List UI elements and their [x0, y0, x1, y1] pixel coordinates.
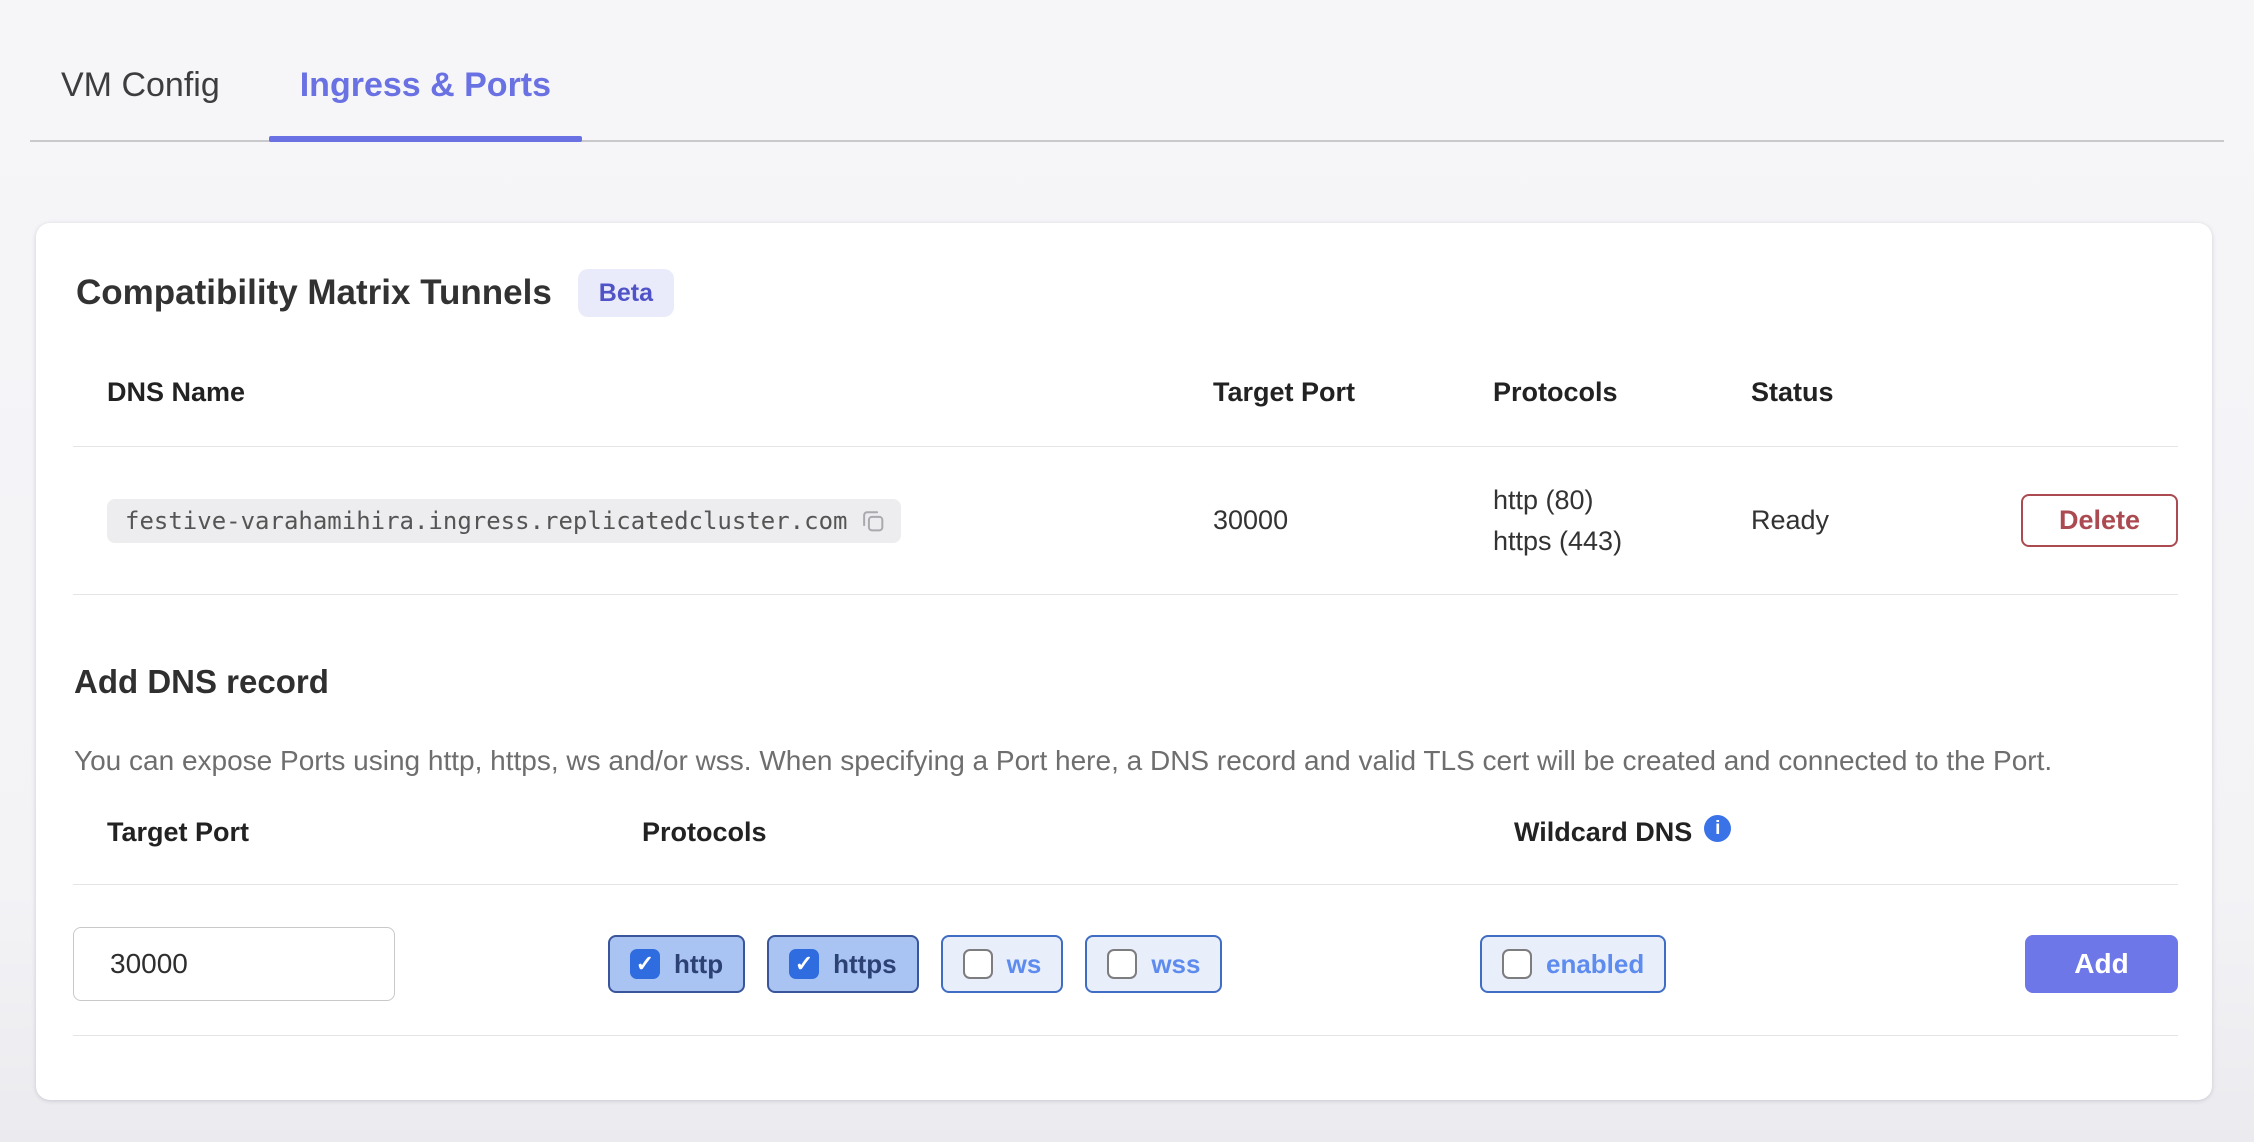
tab-vm-config[interactable]: VM Config	[30, 0, 251, 140]
dns-name-pill[interactable]: festive-varahamihira.ingress.replicatedc…	[107, 499, 901, 543]
wildcard-dns-label-text: Wildcard DNS	[1514, 819, 1692, 846]
dns-name-value: festive-varahamihira.ingress.replicatedc…	[125, 507, 847, 535]
compatibility-matrix-tunnels-card: Compatibility Matrix Tunnels Beta DNS Na…	[36, 223, 2212, 1100]
label-target-port: Target Port	[107, 819, 642, 846]
add-dns-record-description: You can expose Ports using http, https, …	[73, 741, 2163, 781]
tunnels-table-header: DNS Name Target Port Protocols Status	[73, 379, 2178, 447]
label-protocols: Protocols	[642, 819, 1514, 846]
beta-badge: Beta	[578, 269, 674, 317]
copy-icon[interactable]	[859, 507, 887, 535]
header-target-port: Target Port	[1213, 379, 1493, 406]
row-target-port: 30000	[1213, 505, 1493, 536]
add-button[interactable]: Add	[2025, 935, 2178, 993]
header-status: Status	[1751, 379, 2013, 406]
card-title: Compatibility Matrix Tunnels	[76, 273, 552, 313]
checkbox-unchecked-icon	[1107, 949, 1137, 979]
row-protocols: http (80) https (443)	[1493, 480, 1751, 562]
protocol-wss-label: wss	[1151, 951, 1200, 977]
wildcard-enabled-label: enabled	[1546, 951, 1644, 977]
protocol-checkbox-wss[interactable]: wss	[1085, 935, 1222, 993]
checkbox-unchecked-icon	[963, 949, 993, 979]
protocol-checkbox-ws[interactable]: ws	[941, 935, 1064, 993]
delete-button[interactable]: Delete	[2021, 494, 2178, 547]
checkbox-checked-icon: ✓	[789, 949, 819, 979]
table-row: festive-varahamihira.ingress.replicatedc…	[73, 447, 2178, 595]
protocol-http-label: http	[674, 951, 723, 977]
row-protocol-http: http (80)	[1493, 480, 1751, 521]
checkbox-unchecked-icon	[1502, 949, 1532, 979]
tab-ingress-ports[interactable]: Ingress & Ports	[269, 0, 582, 140]
row-protocol-https: https (443)	[1493, 521, 1751, 562]
row-status: Ready	[1751, 505, 2013, 536]
header-protocols: Protocols	[1493, 379, 1751, 406]
protocol-https-label: https	[833, 951, 897, 977]
wildcard-enabled-checkbox[interactable]: enabled	[1480, 935, 1666, 993]
form-labels-row: Target Port Protocols Wildcard DNS i	[73, 819, 2178, 885]
protocol-chip-row: ✓ http ✓ https ws wss	[608, 935, 1480, 993]
protocol-checkbox-https[interactable]: ✓ https	[767, 935, 919, 993]
card-title-row: Compatibility Matrix Tunnels Beta	[73, 223, 2178, 317]
target-port-input[interactable]	[73, 927, 395, 1001]
header-dns-name: DNS Name	[107, 379, 1213, 406]
tab-bar: VM Config Ingress & Ports	[30, 0, 2224, 142]
label-wildcard-dns: Wildcard DNS i	[1514, 819, 1988, 846]
protocol-checkbox-http[interactable]: ✓ http	[608, 935, 745, 993]
form-controls-row: ✓ http ✓ https ws wss enabled Add	[73, 885, 2178, 1036]
add-dns-record-heading: Add DNS record	[73, 663, 2178, 701]
protocol-ws-label: ws	[1007, 951, 1042, 977]
info-icon[interactable]: i	[1704, 815, 1731, 842]
checkbox-checked-icon: ✓	[630, 949, 660, 979]
